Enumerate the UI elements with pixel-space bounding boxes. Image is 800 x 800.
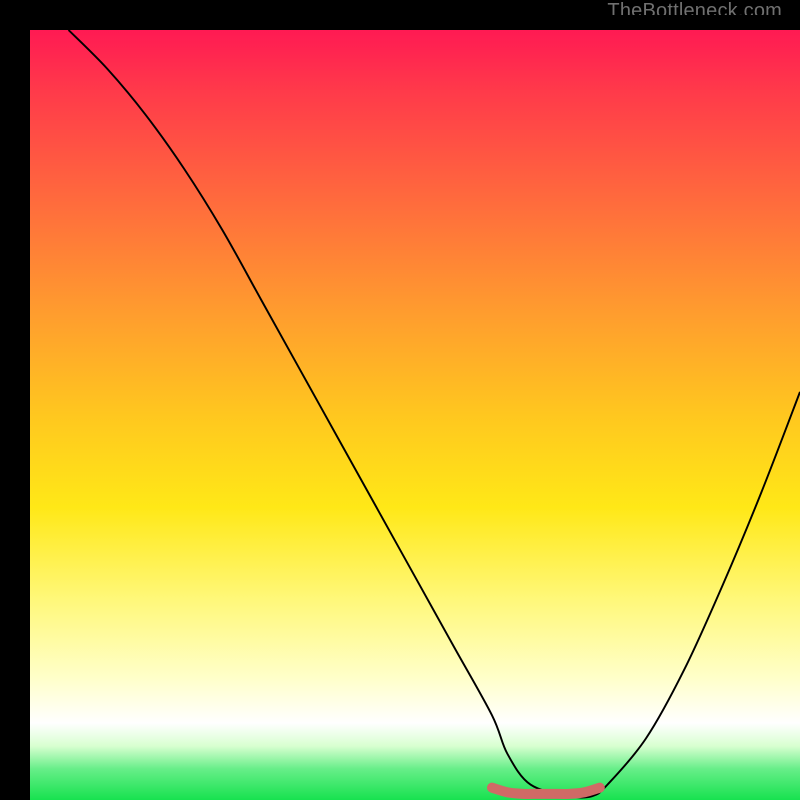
chart-frame (15, 15, 785, 785)
chart-plot-area (30, 30, 800, 800)
chart-background-gradient (30, 30, 800, 800)
